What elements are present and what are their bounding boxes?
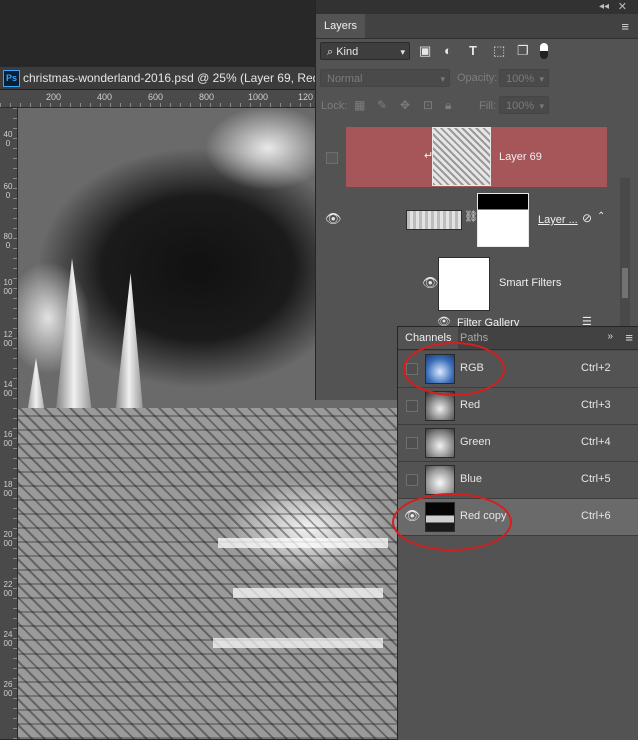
ruler-tick: 200 [46, 92, 62, 102]
channels-empty-area [398, 536, 638, 740]
annotation-circle-red-copy [392, 493, 512, 551]
layer-thumbnail [406, 210, 462, 230]
channel-row-green[interactable]: Green Ctrl+4 [398, 425, 638, 462]
lock-label: Lock: [321, 100, 348, 112]
ruler-tick: 2000 [3, 530, 13, 548]
filter-kind-value: Kind [336, 46, 359, 58]
layer-row[interactable]: 👁︎ ⛓︎ Layer ... ⊘ ⌃ [316, 193, 607, 249]
eye-icon[interactable]: 👁︎ [325, 211, 342, 227]
tab-layers[interactable]: Layers [316, 14, 366, 38]
layer-thumbnail [432, 127, 491, 186]
chevron-down-icon: ▾ [400, 47, 405, 57]
opacity-value: 100% [506, 73, 535, 85]
visibility-toggle[interactable] [406, 474, 418, 486]
lock-transparent-pixels-icon[interactable]: ▦ [354, 98, 365, 112]
visibility-toggle[interactable] [326, 152, 338, 164]
close-panel-icon[interactable]: ✕ [618, 0, 627, 13]
opacity-label: Opacity: [457, 72, 498, 84]
scrollbar-thumb[interactable] [622, 268, 628, 298]
layer-row-selected[interactable]: ↵ Layer 69 [346, 127, 607, 187]
panel-dock-scrollbar[interactable] [620, 178, 630, 328]
castle-ledge-image [218, 538, 388, 548]
smart-object-icon: ⊘ [582, 211, 593, 225]
layers-tab-bar: Layers ≡ [316, 14, 638, 39]
layer-mask-thumbnail[interactable] [477, 193, 529, 247]
chevron-down-icon: ▾ [440, 74, 445, 84]
ruler-tick: 600 [148, 92, 164, 102]
eye-icon[interactable]: 👁︎ [422, 275, 439, 291]
channel-shortcut: Ctrl+6 [581, 510, 611, 522]
ruler-tick: 1400 [3, 380, 13, 398]
visibility-toggle[interactable] [406, 400, 418, 412]
vertical-ruler[interactable]: 400 600 800 1000 1200 1400 1600 1800 200… [0, 108, 18, 739]
chevron-down-icon: ▾ [539, 74, 544, 84]
ruler-tick: 1000 [248, 92, 269, 102]
expand-panel-icon[interactable]: » [607, 331, 613, 342]
ruler-tick: 2200 [3, 580, 13, 598]
ruler-tick: 400 [3, 130, 13, 148]
lock-image-pixels-icon[interactable]: ✎ [377, 98, 387, 112]
adjustment-filter-icon[interactable]: ◐ [444, 42, 452, 60]
fill-label: Fill: [479, 100, 497, 112]
ruler-tick: 800 [3, 232, 13, 250]
lock-position-icon[interactable]: ✥ [400, 98, 410, 112]
chevron-up-icon[interactable]: ⌃ [597, 211, 605, 222]
visibility-toggle[interactable] [406, 437, 418, 449]
ruler-tick: 2400 [3, 630, 13, 648]
search-icon: ⌕ [327, 46, 337, 58]
panel-menu-icon[interactable]: ≡ [621, 19, 629, 34]
fill-input[interactable]: 100% ▾ [499, 96, 549, 114]
panel-dock-bar: ◂◂ ✕ [316, 0, 638, 14]
castle-image [18, 408, 398, 739]
layer-name: Layer 69 [499, 151, 542, 163]
ice-spire-image [54, 258, 94, 428]
channel-thumbnail [425, 428, 455, 458]
channel-name: Blue [460, 473, 483, 485]
blend-mode-value: Normal [327, 73, 363, 85]
channel-name: Red [460, 399, 481, 411]
ruler-tick: 1000 [3, 278, 13, 296]
ruler-tick: 1200 [3, 330, 13, 348]
document-title: christmas-wonderland-2016.psd @ 25% (Lay… [23, 71, 316, 85]
ruler-tick: 1600 [3, 430, 13, 448]
collapse-panels-icon[interactable]: ◂◂ [599, 1, 609, 12]
type-filter-icon[interactable]: T [469, 42, 477, 60]
smart-filter-mask-thumbnail[interactable] [438, 257, 490, 311]
smart-filters-label: Smart Filters [499, 277, 562, 289]
lock-all-icon[interactable]: 🔒︎ [445, 98, 451, 113]
layer-filter-select[interactable]: ⌕ Kind ▾ [320, 42, 410, 60]
castle-ledge-image [213, 638, 383, 648]
channel-shortcut: Ctrl+5 [581, 473, 611, 485]
channel-name: Green [460, 436, 491, 448]
layer-name: Layer ... [538, 214, 578, 226]
ruler-tick: 2600 [3, 680, 13, 698]
channel-shortcut: Ctrl+4 [581, 436, 611, 448]
channel-thumbnail [425, 465, 455, 495]
horizontal-ruler[interactable]: 200 400 600 800 1000 120 [0, 90, 316, 108]
ruler-tick: 400 [97, 92, 113, 102]
ruler-tick: 800 [199, 92, 215, 102]
channel-shortcut: Ctrl+3 [581, 399, 611, 411]
filter-toggle-icon[interactable] [540, 43, 548, 59]
photoshop-icon: Ps [3, 70, 20, 87]
chevron-down-icon: ▾ [539, 101, 544, 111]
smart-filters-row[interactable]: 👁︎ Smart Filters [316, 255, 607, 311]
ruler-tick: 600 [3, 182, 13, 200]
channel-shortcut: Ctrl+2 [581, 362, 611, 374]
ruler-tick: 120 [298, 92, 314, 102]
fill-value: 100% [506, 100, 535, 112]
panel-menu-icon[interactable]: ≡ [625, 330, 633, 345]
lock-artboard-icon[interactable]: ⊡ [423, 98, 433, 112]
document-tab[interactable]: Ps christmas-wonderland-2016.psd @ 25% (… [0, 67, 316, 90]
link-icon[interactable]: ⛓︎ [464, 210, 478, 223]
blend-mode-select[interactable]: Normal ▾ [320, 69, 450, 87]
ruler-tick: 1800 [3, 480, 13, 498]
smart-object-filter-icon[interactable]: ❐ [517, 42, 529, 60]
shape-filter-icon[interactable]: ⬚ [493, 42, 505, 60]
annotation-circle-rgb [403, 342, 505, 396]
opacity-input[interactable]: 100% ▾ [499, 69, 549, 87]
castle-ledge-image [233, 588, 383, 598]
image-filter-icon[interactable]: ▣ [419, 42, 431, 60]
